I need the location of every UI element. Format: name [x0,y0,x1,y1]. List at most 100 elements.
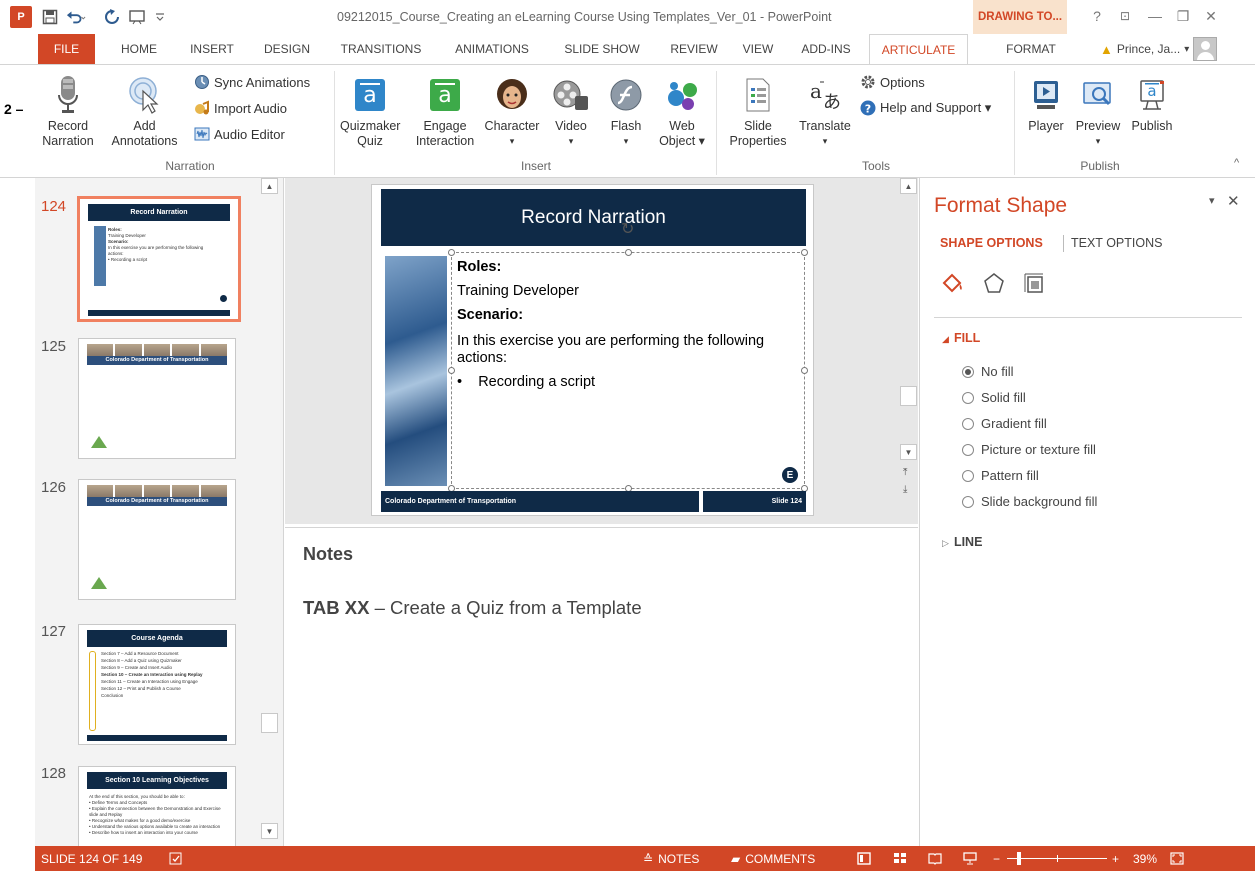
tab-file[interactable]: FILE [38,34,95,64]
slide-counter[interactable]: SLIDE 124 OF 149 [41,846,142,871]
zoom-level[interactable]: 39% [1133,846,1157,871]
publish-button[interactable]: a Publish [1126,75,1178,134]
character-button[interactable]: Character ▾ [481,75,543,149]
resize-handle[interactable] [625,249,632,256]
slide-show-icon[interactable] [963,846,977,871]
radio-button[interactable] [962,443,974,456]
redo-icon[interactable] [102,6,122,28]
selected-text-box[interactable]: Roles: Training Developer Scenario: In t… [448,249,808,492]
tab-articulate[interactable]: ARTICULATE [869,34,968,65]
radio-button[interactable] [962,417,974,430]
tab-transitions[interactable]: TRANSITIONS [332,34,430,64]
audio-editor-button[interactable]: Audio Editor [194,123,285,145]
web-object-button[interactable]: Web Object ▾ [656,75,708,149]
powerpoint-logo-icon[interactable]: P [10,6,32,28]
scroll-down-icon[interactable]: ▼ [261,823,278,839]
customize-qat-icon[interactable] [150,6,170,28]
save-icon[interactable] [40,6,60,28]
scroll-down-icon[interactable]: ▼ [900,444,917,460]
start-from-beginning-icon[interactable] [128,6,148,28]
fill-section-header[interactable]: ◢ FILL [942,331,980,345]
collapse-ribbon-icon[interactable]: ^ [1234,157,1239,169]
tab-animations[interactable]: ANIMATIONS [443,34,541,64]
slide-sorter-icon[interactable] [893,846,907,871]
fill-option-slide-background-fill[interactable]: Slide background fill [962,494,1097,509]
slide-thumbnail-127[interactable]: Course Agenda Section 7 – Add a Resource… [78,624,236,745]
resize-handle[interactable] [448,367,455,374]
zoom-in-icon[interactable]: + [1112,846,1119,871]
ribbon-display-options-icon[interactable]: ⊡ [1114,6,1136,26]
tab-review[interactable]: REVIEW [662,34,726,64]
tab-slide-show[interactable]: SLIDE SHOW [554,34,650,64]
zoom-slider-thumb[interactable] [1017,852,1021,865]
tab-shape-options[interactable]: SHAPE OPTIONS [940,236,1043,250]
notes-text[interactable]: TAB XX – Create a Quiz from a Template [303,597,642,619]
tab-insert[interactable]: INSERT [182,34,242,64]
scroll-up-icon[interactable]: ▲ [261,178,278,194]
spell-check-icon[interactable] [169,846,183,871]
resize-handle[interactable] [801,367,808,374]
next-slide-icon[interactable]: ⤓ [903,484,907,495]
preview-button[interactable]: Preview ▾ [1072,75,1124,149]
reading-view-icon[interactable] [928,846,942,871]
scrollbar-thumb[interactable] [261,713,278,733]
rotate-handle-icon[interactable]: ↻ [621,219,634,239]
resize-handle[interactable] [801,249,808,256]
effects-icon[interactable] [981,270,1007,296]
slide-thumbnail-125[interactable]: Colorado Department of Transportation [78,338,236,459]
fit-slide-to-window-icon[interactable] [1170,846,1184,871]
fill-and-line-icon[interactable] [940,270,966,296]
fill-option-solid-fill[interactable]: Solid fill [962,390,1026,405]
tab-text-options[interactable]: TEXT OPTIONS [1071,236,1162,250]
task-pane-options-icon[interactable]: ▾ [1209,194,1215,207]
size-and-properties-icon[interactable] [1021,270,1047,296]
radio-button[interactable] [962,391,974,404]
user-account[interactable]: ▲ Prince, Ja... ▾ [1100,34,1218,64]
player-button[interactable]: Player [1024,75,1068,134]
video-button[interactable]: Video ▾ [549,75,593,149]
resize-handle[interactable] [448,249,455,256]
slide-title[interactable]: Record Narration [381,189,806,246]
notes-button[interactable]: ≙ NOTES [643,846,699,871]
normal-view-icon[interactable] [857,846,871,871]
radio-button[interactable] [962,365,974,378]
tab-view[interactable]: VIEW [736,34,780,64]
close-icon[interactable]: ✕ [1200,6,1222,26]
current-slide[interactable]: Record Narration ↻ Roles: Training Devel… [371,184,814,516]
tab-add-ins[interactable]: ADD-INS [791,34,861,64]
scroll-up-icon[interactable]: ▲ [900,178,917,194]
tab-format[interactable]: FORMAT [996,34,1066,64]
tab-home[interactable]: HOME [110,34,168,64]
close-icon[interactable]: ✕ [1227,192,1240,210]
engage-interaction-button[interactable]: a Engage Interaction [410,75,480,149]
fill-option-picture-fill[interactable]: Picture or texture fill [962,442,1096,457]
quizmaker-quiz-button[interactable]: a Quizmaker Quiz [340,75,400,149]
flash-button[interactable]: Flash ▾ [604,75,648,149]
fill-option-gradient-fill[interactable]: Gradient fill [962,416,1047,431]
help-and-support-button[interactable]: ? Help and Support ▾ [860,97,991,119]
notes-pane[interactable]: Notes TAB XX – Create a Quiz from a Temp… [285,527,918,846]
minimize-icon[interactable]: — [1144,6,1166,26]
fill-option-no-fill[interactable]: No fill [962,364,1014,379]
help-icon[interactable]: ? [1086,6,1108,26]
fill-option-pattern-fill[interactable]: Pattern fill [962,468,1039,483]
slide-scrollbar[interactable]: ▲ ▼ ⤒ ⤓ [900,178,917,524]
scrollbar-thumb[interactable] [900,386,917,406]
tab-design[interactable]: DESIGN [255,34,319,64]
zoom-slider[interactable] [1007,846,1107,871]
add-annotations-button[interactable]: Add Annotations [102,75,187,149]
slide-properties-button[interactable]: Slide Properties [722,75,794,149]
line-section-header[interactable]: ▷ LINE [942,535,982,549]
zoom-out-icon[interactable]: − [993,846,1000,871]
options-button[interactable]: Options [860,71,925,93]
maximize-icon[interactable]: ❐ [1172,6,1194,26]
undo-icon[interactable] [66,6,86,28]
record-narration-button[interactable]: Record Narration [38,75,98,149]
radio-button[interactable] [962,495,974,508]
avatar[interactable] [1193,37,1218,61]
slide-thumbnail-124[interactable]: Record Narration Roles: Training Develop… [77,196,241,322]
radio-button[interactable] [962,469,974,482]
comments-button[interactable]: ▰ COMMENTS [731,846,815,871]
sync-animations-button[interactable]: Sync Animations [194,71,310,93]
slide-thumbnail-126[interactable]: Colorado Department of Transportation [78,479,236,600]
